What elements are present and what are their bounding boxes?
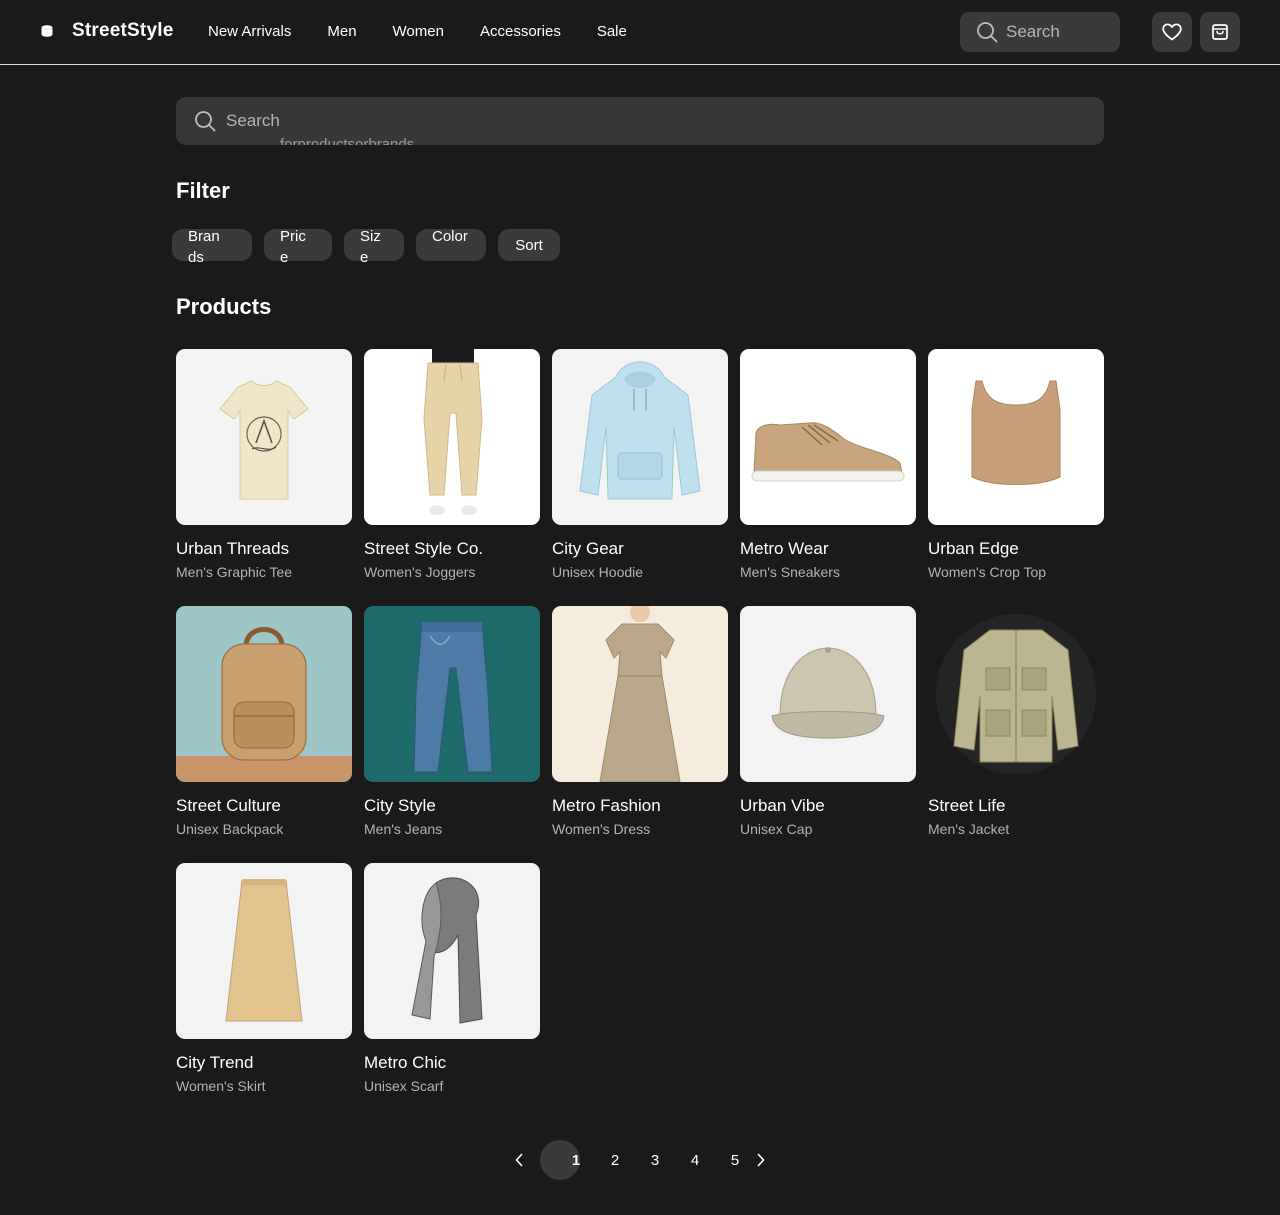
tshirt-image — [176, 349, 352, 525]
header-search-box — [960, 12, 1120, 52]
product-name: City Gear — [552, 539, 624, 558]
product-subtitle: Men's Sneakers — [740, 564, 840, 580]
nav-accessories[interactable]: Accessories — [480, 23, 561, 40]
page-2-button[interactable]: 2 — [604, 1140, 626, 1180]
skirt-image — [176, 863, 352, 1039]
heart-icon — [1162, 23, 1182, 41]
product-card[interactable]: Urban Threads Men's Graphic Tee — [176, 349, 352, 589]
bag-icon — [1212, 24, 1228, 40]
product-subtitle: Unisex Scarf — [364, 1078, 444, 1094]
page-5-button[interactable]: 5 — [724, 1140, 746, 1180]
cap-image — [740, 606, 916, 782]
wishlist-button[interactable] — [1152, 12, 1192, 52]
page-3-button[interactable]: 3 — [644, 1140, 666, 1180]
scarf-image — [364, 863, 540, 1039]
filter-chip-color[interactable]: Color — [416, 228, 486, 261]
product-name: Urban Vibe — [740, 796, 825, 815]
page-number: 5 — [730, 1151, 740, 1169]
nav-women[interactable]: Women — [393, 23, 444, 40]
joggers-image — [364, 349, 540, 525]
product-name: Metro Wear — [740, 539, 829, 558]
product-subtitle: Unisex Backpack — [176, 821, 284, 837]
filter-chip-price[interactable]: Price — [264, 228, 332, 266]
search-placeholder-overflow: forproductsorbrands — [280, 136, 415, 145]
next-page-button[interactable] — [750, 1140, 772, 1180]
jacket-image — [928, 606, 1104, 782]
page-1-button[interactable]: 1 — [540, 1140, 580, 1180]
product-name: Urban Threads — [176, 539, 290, 558]
product-name: Street Culture — [176, 796, 281, 815]
cylinder-logo-icon — [41, 25, 53, 37]
product-name: City Style — [364, 796, 436, 815]
filter-chip-label: Price — [280, 228, 306, 266]
filter-chip-brands[interactable]: Brands — [172, 228, 252, 266]
backpack-image — [176, 606, 352, 782]
brand-name: StreetStyle — [72, 20, 174, 41]
product-subtitle: Men's Jacket — [928, 821, 1010, 837]
chevron-right-icon — [757, 1153, 765, 1167]
pagination: 1 2 3 4 5 — [0, 1140, 1280, 1180]
page-number: 3 — [650, 1151, 660, 1169]
product-subtitle: Unisex Cap — [740, 821, 813, 837]
filter-title: Filter — [176, 178, 230, 203]
crop-top-image — [928, 349, 1104, 525]
product-subtitle: Women's Skirt — [176, 1078, 266, 1094]
filter-chip-label: Sort — [515, 236, 543, 254]
top-navigation-bar: StreetStyle New Arrivals Men Women Acces… — [0, 0, 1280, 65]
product-name: Street Life — [928, 796, 1006, 815]
filter-chip-sort[interactable]: Sort — [498, 229, 560, 261]
product-name: Metro Chic — [364, 1053, 447, 1072]
product-card[interactable]: Urban Vibe Unisex Cap — [740, 606, 916, 846]
product-subtitle: Men's Jeans — [364, 821, 443, 837]
product-card[interactable]: City Style Men's Jeans — [364, 606, 540, 846]
product-subtitle: Men's Graphic Tee — [176, 564, 293, 580]
product-card[interactable]: Urban Edge Women's Crop Top — [928, 349, 1104, 589]
nav-sale[interactable]: Sale — [597, 23, 627, 40]
filter-chip-label: Brands — [188, 228, 220, 266]
product-subtitle: Unisex Hoodie — [552, 564, 644, 580]
search-icon — [977, 22, 998, 43]
prev-page-button[interactable] — [508, 1140, 530, 1180]
main-nav: New Arrivals Men Women Accessories Sale — [208, 23, 663, 40]
product-name: City Trend — [176, 1053, 254, 1072]
product-subtitle: Women's Crop Top — [928, 564, 1047, 580]
product-name: Street Style Co. — [364, 539, 484, 558]
chevron-left-icon — [515, 1153, 523, 1167]
jeans-image — [364, 606, 540, 782]
filter-chip-size[interactable]: Size — [344, 228, 404, 266]
product-card[interactable]: Metro Wear Men's Sneakers — [740, 349, 916, 589]
product-name: Urban Edge — [928, 539, 1019, 558]
product-card[interactable]: Metro Chic Unisex Scarf — [364, 863, 540, 1103]
product-subtitle: Women's Dress — [552, 821, 651, 837]
filter-chip-label: Color — [432, 228, 468, 245]
product-search-input[interactable] — [226, 111, 1086, 131]
product-card[interactable]: Metro Fashion Women's Dress — [552, 606, 728, 846]
product-card[interactable]: Street Style Co. Women's Joggers — [364, 349, 540, 589]
page-number: 1 — [571, 1151, 581, 1169]
product-subtitle: Women's Joggers — [364, 564, 476, 580]
search-icon — [195, 111, 216, 132]
products-title: Products — [176, 294, 272, 319]
hoodie-image — [552, 349, 728, 525]
page-number: 2 — [610, 1151, 620, 1169]
dress-image — [552, 606, 728, 782]
product-card[interactable]: City Trend Women's Skirt — [176, 863, 352, 1103]
brand[interactable]: StreetStyle — [40, 20, 173, 42]
nav-men[interactable]: Men — [327, 23, 356, 40]
cart-button[interactable] — [1200, 12, 1240, 52]
product-card[interactable]: Street Culture Unisex Backpack — [176, 606, 352, 846]
product-card[interactable]: Street Life Men's Jacket — [928, 606, 1104, 846]
product-card[interactable]: City Gear Unisex Hoodie — [552, 349, 728, 589]
nav-new-arrivals[interactable]: New Arrivals — [208, 23, 291, 40]
product-name: Metro Fashion — [552, 796, 661, 815]
page-4-button[interactable]: 4 — [684, 1140, 706, 1180]
header-search-input[interactable] — [1006, 22, 1106, 42]
sneaker-image — [740, 349, 916, 525]
page-number: 4 — [690, 1151, 700, 1169]
filter-chip-label: Size — [360, 228, 381, 266]
